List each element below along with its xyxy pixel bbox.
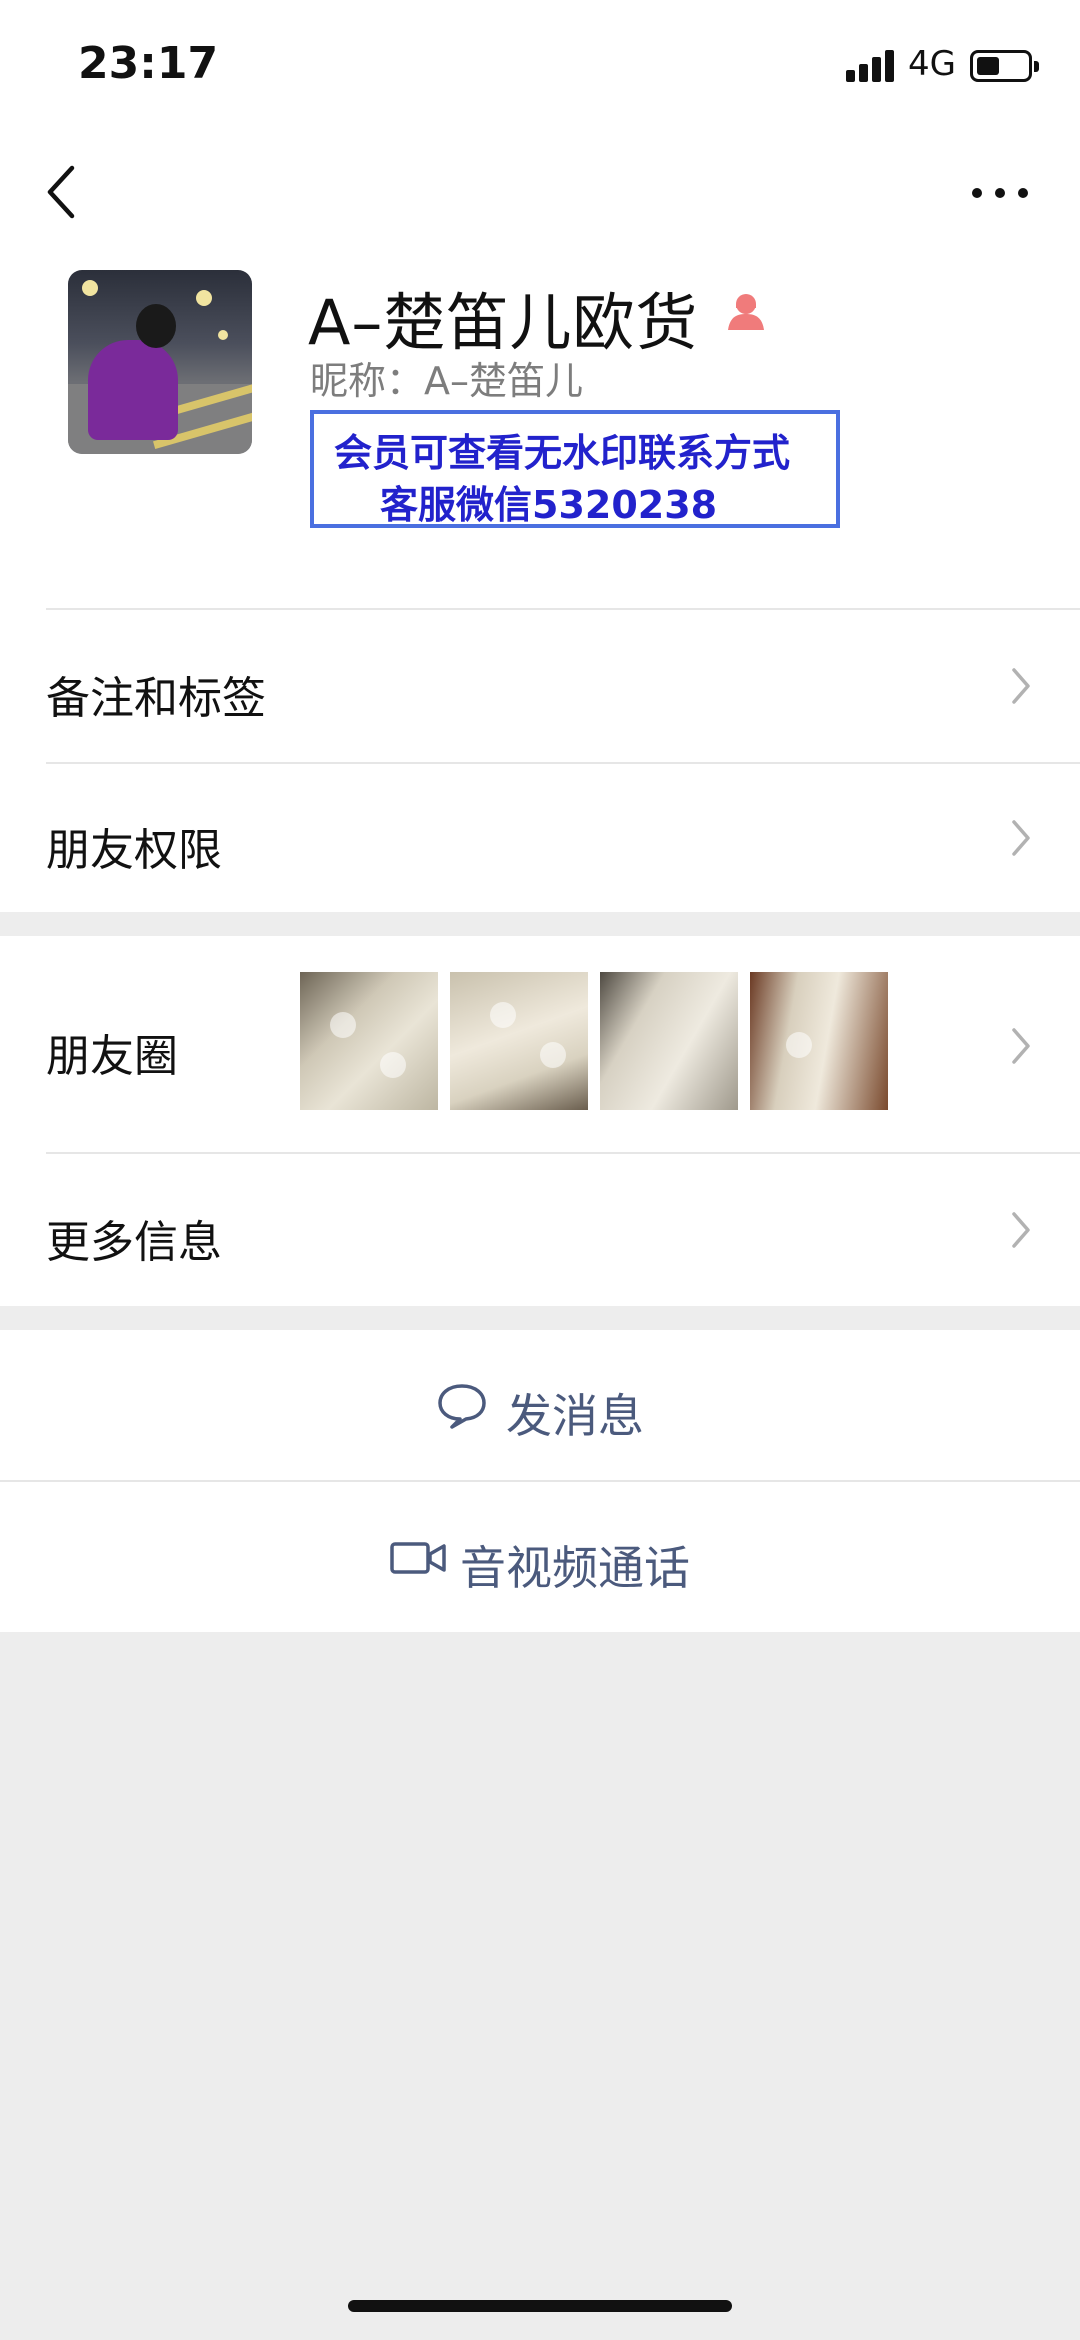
av-call-label: 音视频通话 <box>460 1541 690 1595</box>
status-bar: 23:17 4G <box>0 0 1080 130</box>
friend-permissions-label: 朋友权限 <box>46 825 222 876</box>
info-group: 朋友圈 更多信息 <box>0 936 1080 1306</box>
moments-photo <box>600 972 738 1110</box>
chevron-right-icon <box>1012 1028 1030 1064</box>
watermark-line-2: 客服微信5320238 <box>380 483 718 527</box>
moments-row[interactable]: 朋友圈 <box>0 936 1080 1150</box>
more-info-row[interactable]: 更多信息 <box>0 1154 1080 1306</box>
contact-profile-screen: 23:17 4G A–楚笛儿欧货 昵称：A–楚笛儿 会员可查看无水印联系方式 客… <box>0 0 1080 2340</box>
more-options-icon[interactable] <box>968 172 1032 212</box>
chat-bubble-icon <box>438 1384 486 1429</box>
network-type: 4G <box>908 44 956 84</box>
video-camera-icon <box>390 1542 446 1574</box>
moments-photo <box>450 972 588 1110</box>
chevron-right-icon <box>1012 668 1030 704</box>
status-time: 23:17 <box>78 38 219 89</box>
signal-icon <box>846 50 898 82</box>
back-icon[interactable] <box>42 164 82 220</box>
moments-label: 朋友圈 <box>46 1031 178 1082</box>
nickname: 昵称：A–楚笛儿 <box>310 359 583 403</box>
send-message-label: 发消息 <box>506 1389 644 1443</box>
more-info-label: 更多信息 <box>46 1217 222 1268</box>
female-icon <box>724 290 768 334</box>
send-message-button[interactable]: 发消息 <box>0 1330 1080 1480</box>
chevron-right-icon <box>1012 1212 1030 1248</box>
watermark-banner: 会员可查看无水印联系方式 客服微信5320238 <box>310 410 840 528</box>
home-indicator[interactable] <box>348 2300 732 2312</box>
chevron-right-icon <box>1012 820 1030 856</box>
battery-icon <box>970 50 1039 82</box>
moments-photo <box>750 972 888 1110</box>
friend-permissions-row[interactable]: 朋友权限 <box>0 762 1080 914</box>
settings-group: 备注和标签 朋友权限 <box>0 608 1080 912</box>
profile-header: A–楚笛儿欧货 昵称：A–楚笛儿 会员可查看无水印联系方式 客服微信532023… <box>0 250 1080 608</box>
remarks-tags-label: 备注和标签 <box>46 673 266 724</box>
watermark-line-1: 会员可查看无水印联系方式 <box>334 431 791 475</box>
moments-photo <box>300 972 438 1110</box>
av-call-button[interactable]: 音视频通话 <box>0 1482 1080 1632</box>
nav-bar <box>0 130 1080 250</box>
contact-name: A–楚笛儿欧货 <box>308 286 699 359</box>
remarks-tags-row[interactable]: 备注和标签 <box>0 610 1080 762</box>
avatar[interactable] <box>68 270 252 454</box>
